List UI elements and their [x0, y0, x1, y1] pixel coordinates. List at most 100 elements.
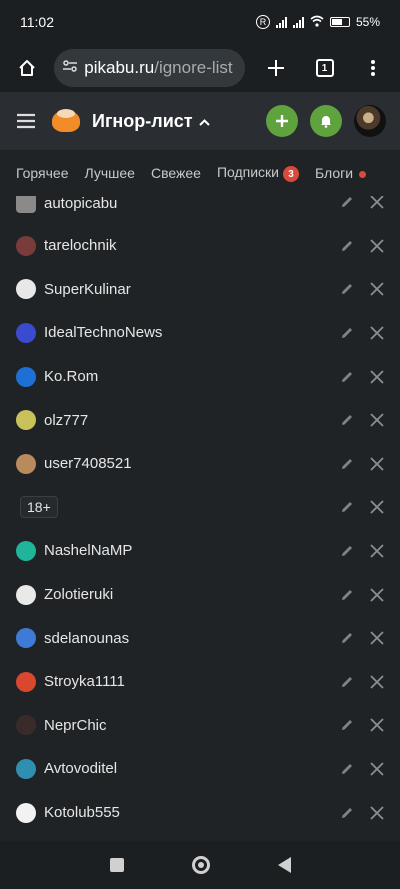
edit-icon[interactable] [340, 196, 354, 209]
list-item: Stroyka1111 [0, 660, 400, 704]
url-domain: pikabu.ru [84, 58, 155, 77]
list-item: Avtovoditel [0, 747, 400, 791]
edit-icon[interactable] [340, 718, 354, 732]
edit-icon[interactable] [340, 500, 354, 514]
edit-icon[interactable] [340, 675, 354, 689]
adult-tag: 18+ [20, 496, 58, 519]
remove-icon[interactable] [369, 499, 385, 515]
more-menu-icon[interactable] [356, 50, 390, 86]
site-settings-icon[interactable] [62, 58, 78, 78]
edit-icon[interactable] [340, 544, 354, 558]
remove-icon[interactable] [369, 717, 385, 733]
list-item: NeprChic [0, 704, 400, 748]
remove-icon[interactable] [369, 761, 385, 777]
pikabu-logo[interactable] [52, 106, 82, 136]
url-path: /ignore-list [154, 58, 233, 77]
edit-icon[interactable] [340, 806, 354, 820]
username[interactable]: sdelanounas [44, 630, 129, 647]
username[interactable]: Avtovoditel [44, 760, 117, 777]
list-item: NashelNaMP [0, 529, 400, 573]
edit-icon[interactable] [340, 370, 354, 384]
chevron-up-icon[interactable] [198, 114, 210, 129]
username[interactable]: autopicabu [44, 196, 117, 212]
list-item: sdelanounas [0, 616, 400, 660]
recent-apps-icon[interactable] [109, 858, 124, 872]
notifications-button[interactable] [310, 105, 342, 137]
remove-icon[interactable] [369, 281, 385, 297]
edit-icon[interactable] [340, 762, 354, 776]
address-bar[interactable]: pikabu.ru/ignore-list [54, 49, 246, 87]
new-tab-icon[interactable] [259, 50, 293, 86]
tab-subscriptions-label: Подписки [216, 163, 279, 180]
edit-icon[interactable] [340, 631, 354, 645]
remove-icon[interactable] [369, 587, 385, 603]
app-header: Игнор-лист [0, 92, 400, 150]
username[interactable]: NeprChic [44, 717, 107, 734]
tab-switcher-button[interactable]: 1 [307, 50, 341, 86]
status-time: 11:02 [20, 14, 54, 30]
home-circle-icon[interactable] [191, 856, 210, 874]
remove-icon[interactable] [369, 412, 385, 428]
add-post-button[interactable] [266, 105, 298, 137]
status-bar: 11:02 R 55% [0, 0, 400, 44]
remove-icon[interactable] [369, 238, 385, 254]
user-avatar-icon [16, 540, 36, 561]
signal-icon-2 [292, 16, 304, 28]
wifi-icon [310, 15, 324, 30]
user-avatar-icon [16, 671, 36, 692]
back-icon[interactable] [277, 857, 291, 873]
remove-icon[interactable] [369, 369, 385, 385]
status-icons: R 55% [255, 15, 380, 30]
edit-icon[interactable] [340, 326, 354, 340]
feed-tabs: Горячее Лучшее Свежее Подписки 3 Блоги [0, 150, 400, 196]
remove-icon[interactable] [369, 805, 385, 821]
username[interactable]: Zolotieruki [44, 586, 113, 603]
bell-icon [321, 116, 331, 128]
edit-icon[interactable] [340, 457, 354, 471]
edit-icon[interactable] [340, 588, 354, 602]
user-avatar-icon [16, 410, 36, 431]
blogs-dot [359, 170, 367, 178]
username[interactable]: Kotolub555 [44, 804, 120, 821]
tab-best[interactable]: Лучшее [85, 165, 135, 181]
username[interactable]: user7408521 [44, 455, 132, 472]
username[interactable]: IdealTechnoNews [44, 324, 162, 341]
username[interactable]: olz777 [44, 412, 88, 429]
user-avatar-icon [16, 758, 36, 779]
user-avatar-icon [16, 453, 36, 474]
subscriptions-badge: 3 [283, 166, 299, 183]
remove-icon[interactable] [369, 196, 385, 210]
remove-icon[interactable] [369, 456, 385, 472]
remove-icon[interactable] [369, 543, 385, 559]
user-avatar-icon [16, 322, 36, 343]
tab-subscriptions[interactable]: Подписки 3 [217, 164, 299, 183]
page-title[interactable]: Игнор-лист [92, 111, 193, 132]
username[interactable]: SuperKulinar [44, 281, 131, 298]
user-avatar-icon [16, 196, 36, 213]
edit-icon[interactable] [340, 413, 354, 427]
edit-icon[interactable] [340, 282, 354, 296]
tab-blogs[interactable]: Блоги [315, 165, 367, 181]
remove-icon[interactable] [369, 325, 385, 341]
username[interactable]: NashelNaMP [44, 542, 132, 559]
user-avatar-icon [16, 366, 36, 387]
tab-blogs-label: Блоги [315, 165, 354, 181]
remove-icon[interactable] [369, 630, 385, 646]
remove-icon[interactable] [369, 674, 385, 690]
username[interactable]: Ko.Rom [44, 368, 98, 385]
username[interactable]: Stroyka1111 [44, 673, 125, 690]
user-avatar-icon [16, 279, 36, 300]
tab-hot[interactable]: Горячее [16, 165, 69, 181]
hamburger-menu-icon[interactable] [14, 103, 38, 139]
edit-icon[interactable] [340, 239, 354, 253]
user-avatar[interactable] [354, 105, 386, 137]
tab-fresh[interactable]: Свежее [151, 165, 201, 181]
user-avatar-icon [16, 802, 36, 823]
home-icon[interactable] [10, 50, 44, 86]
list-item: Ko.Rom [0, 355, 400, 399]
list-item: Kotolub555 [0, 791, 400, 835]
username[interactable]: tarelochnik [44, 237, 117, 254]
browser-toolbar: pikabu.ru/ignore-list 1 [0, 44, 400, 92]
user-avatar-icon [16, 584, 36, 605]
list-item: autopicabu [0, 196, 400, 224]
